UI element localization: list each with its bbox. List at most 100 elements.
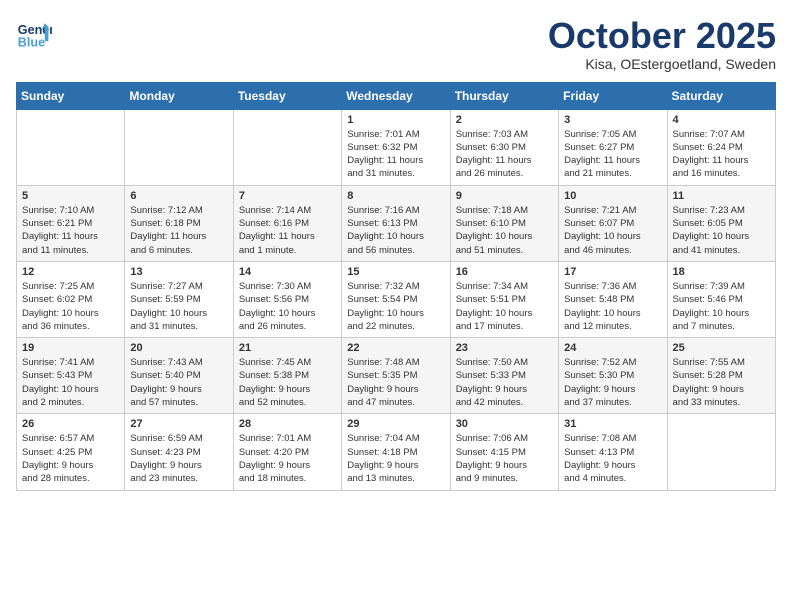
calendar-cell: 10Sunrise: 7:21 AM Sunset: 6:07 PM Dayli… <box>559 185 667 261</box>
day-number: 7 <box>239 190 336 202</box>
day-number: 24 <box>564 342 661 354</box>
day-number: 5 <box>22 190 119 202</box>
day-info: Sunrise: 7:21 AM Sunset: 6:07 PM Dayligh… <box>564 204 661 257</box>
weekday-header-monday: Monday <box>125 82 233 109</box>
day-info: Sunrise: 7:43 AM Sunset: 5:40 PM Dayligh… <box>130 356 227 409</box>
calendar-cell: 12 Sunrise: 7:25 AM Sunset: 6:02 PM Dayli… <box>17 261 125 337</box>
day-info: Sunrise: 7:12 AM Sunset: 6:18 PM Dayligh… <box>130 204 227 257</box>
day-number: 3 <box>564 114 661 126</box>
day-number: 27 <box>130 418 227 430</box>
weekday-header-sunday: Sunday <box>17 82 125 109</box>
day-number: 30 <box>456 418 553 430</box>
day-info: Sunrise: 7:08 AM Sunset: 4:13 PM Dayligh… <box>564 432 661 485</box>
day-number: 11 <box>673 190 770 202</box>
day-info: Sunrise: 6:59 AM Sunset: 4:23 PM Dayligh… <box>130 432 227 485</box>
svg-text:Blue: Blue <box>18 36 45 50</box>
calendar-week-row: 1 Sunrise: 7:01 AM Sunset: 6:32 PM Daylig… <box>17 109 776 185</box>
day-number: 12 <box>22 266 119 278</box>
day-number: 22 <box>347 342 444 354</box>
day-info: Sunrise: 7:04 AM Sunset: 4:18 PM Dayligh… <box>347 432 444 485</box>
weekday-header-thursday: Thursday <box>450 82 558 109</box>
calendar-cell: 25 Sunrise: 7:55 AM Sunset: 5:28 PM Dayli… <box>667 338 775 414</box>
day-info: Sunrise: 7:48 AM Sunset: 5:35 PM Dayligh… <box>347 356 444 409</box>
day-number: 23 <box>456 342 553 354</box>
calendar-cell: 20 Sunrise: 7:43 AM Sunset: 5:40 PM Dayli… <box>125 338 233 414</box>
day-number: 14 <box>239 266 336 278</box>
day-number: 16 <box>456 266 553 278</box>
calendar-cell: 5Sunrise: 7:10 AM Sunset: 6:21 PM Daylig… <box>17 185 125 261</box>
calendar-cell: 22 Sunrise: 7:48 AM Sunset: 5:35 PM Dayli… <box>342 338 450 414</box>
day-number: 15 <box>347 266 444 278</box>
calendar-cell: 11 Sunrise: 7:23 AM Sunset: 6:05 PM Dayli… <box>667 185 775 261</box>
calendar-cell: 17 Sunrise: 7:36 AM Sunset: 5:48 PM Dayli… <box>559 261 667 337</box>
day-info: Sunrise: 7:34 AM Sunset: 5:51 PM Dayligh… <box>456 280 553 333</box>
day-number: 9 <box>456 190 553 202</box>
day-info: Sunrise: 7:23 AM Sunset: 6:05 PM Dayligh… <box>673 204 770 257</box>
month-title: October 2025 <box>548 16 776 56</box>
calendar-cell <box>667 414 775 490</box>
day-number: 25 <box>673 342 770 354</box>
calendar-cell: 4Sunrise: 7:07 AM Sunset: 6:24 PM Daylig… <box>667 109 775 185</box>
calendar-cell: 8 Sunrise: 7:16 AM Sunset: 6:13 PM Daylig… <box>342 185 450 261</box>
calendar-cell: 6 Sunrise: 7:12 AM Sunset: 6:18 PM Daylig… <box>125 185 233 261</box>
calendar-week-row: 26Sunrise: 6:57 AM Sunset: 4:25 PM Dayli… <box>17 414 776 490</box>
calendar-cell: 30 Sunrise: 7:06 AM Sunset: 4:15 PM Dayli… <box>450 414 558 490</box>
day-info: Sunrise: 7:18 AM Sunset: 6:10 PM Dayligh… <box>456 204 553 257</box>
weekday-header-row: SundayMondayTuesdayWednesdayThursdayFrid… <box>17 82 776 109</box>
day-number: 20 <box>130 342 227 354</box>
day-info: Sunrise: 7:52 AM Sunset: 5:30 PM Dayligh… <box>564 356 661 409</box>
calendar-week-row: 12 Sunrise: 7:25 AM Sunset: 6:02 PM Dayli… <box>17 261 776 337</box>
day-info: Sunrise: 7:16 AM Sunset: 6:13 PM Dayligh… <box>347 204 444 257</box>
title-block: October 2025 Kisa, OEstergoetland, Swede… <box>548 16 776 72</box>
calendar-cell: 23 Sunrise: 7:50 AM Sunset: 5:33 PM Dayli… <box>450 338 558 414</box>
day-number: 26 <box>22 418 119 430</box>
day-number: 2 <box>456 114 553 126</box>
day-info: Sunrise: 7:01 AM Sunset: 6:32 PM Dayligh… <box>347 128 444 181</box>
calendar-cell: 7Sunrise: 7:14 AM Sunset: 6:16 PM Daylig… <box>233 185 341 261</box>
calendar-cell: 29 Sunrise: 7:04 AM Sunset: 4:18 PM Dayli… <box>342 414 450 490</box>
calendar-cell: 26Sunrise: 6:57 AM Sunset: 4:25 PM Dayli… <box>17 414 125 490</box>
page-header: General Blue October 2025 Kisa, OEstergo… <box>16 16 776 72</box>
day-info: Sunrise: 7:50 AM Sunset: 5:33 PM Dayligh… <box>456 356 553 409</box>
day-number: 31 <box>564 418 661 430</box>
logo-icon: General Blue <box>16 16 52 52</box>
calendar-cell: 18 Sunrise: 7:39 AM Sunset: 5:46 PM Dayli… <box>667 261 775 337</box>
calendar-cell: 24 Sunrise: 7:52 AM Sunset: 5:30 PM Dayli… <box>559 338 667 414</box>
calendar-cell: 1 Sunrise: 7:01 AM Sunset: 6:32 PM Daylig… <box>342 109 450 185</box>
day-info: Sunrise: 7:36 AM Sunset: 5:48 PM Dayligh… <box>564 280 661 333</box>
day-info: Sunrise: 7:06 AM Sunset: 4:15 PM Dayligh… <box>456 432 553 485</box>
day-info: Sunrise: 7:25 AM Sunset: 6:02 PM Dayligh… <box>22 280 119 333</box>
day-info: Sunrise: 7:55 AM Sunset: 5:28 PM Dayligh… <box>673 356 770 409</box>
calendar-cell: 31 Sunrise: 7:08 AM Sunset: 4:13 PM Dayli… <box>559 414 667 490</box>
location-subtitle: Kisa, OEstergoetland, Sweden <box>548 56 776 72</box>
day-number: 19 <box>22 342 119 354</box>
day-number: 1 <box>347 114 444 126</box>
day-number: 17 <box>564 266 661 278</box>
calendar-cell <box>125 109 233 185</box>
weekday-header-friday: Friday <box>559 82 667 109</box>
calendar-cell: 27 Sunrise: 6:59 AM Sunset: 4:23 PM Dayli… <box>125 414 233 490</box>
calendar-cell: 9 Sunrise: 7:18 AM Sunset: 6:10 PM Daylig… <box>450 185 558 261</box>
calendar-cell: 13Sunrise: 7:27 AM Sunset: 5:59 PM Dayli… <box>125 261 233 337</box>
day-info: Sunrise: 7:05 AM Sunset: 6:27 PM Dayligh… <box>564 128 661 181</box>
day-number: 29 <box>347 418 444 430</box>
day-info: Sunrise: 7:32 AM Sunset: 5:54 PM Dayligh… <box>347 280 444 333</box>
logo: General Blue <box>16 16 52 52</box>
day-number: 8 <box>347 190 444 202</box>
calendar-cell: 3 Sunrise: 7:05 AM Sunset: 6:27 PM Daylig… <box>559 109 667 185</box>
calendar-cell: 21Sunrise: 7:45 AM Sunset: 5:38 PM Dayli… <box>233 338 341 414</box>
day-info: Sunrise: 7:30 AM Sunset: 5:56 PM Dayligh… <box>239 280 336 333</box>
day-info: Sunrise: 7:07 AM Sunset: 6:24 PM Dayligh… <box>673 128 770 181</box>
day-number: 18 <box>673 266 770 278</box>
weekday-header-wednesday: Wednesday <box>342 82 450 109</box>
day-info: Sunrise: 7:01 AM Sunset: 4:20 PM Dayligh… <box>239 432 336 485</box>
calendar-cell: 19Sunrise: 7:41 AM Sunset: 5:43 PM Dayli… <box>17 338 125 414</box>
calendar-cell: 15 Sunrise: 7:32 AM Sunset: 5:54 PM Dayli… <box>342 261 450 337</box>
calendar-cell: 28Sunrise: 7:01 AM Sunset: 4:20 PM Dayli… <box>233 414 341 490</box>
calendar-cell: 14 Sunrise: 7:30 AM Sunset: 5:56 PM Dayli… <box>233 261 341 337</box>
day-info: Sunrise: 7:39 AM Sunset: 5:46 PM Dayligh… <box>673 280 770 333</box>
calendar-cell <box>17 109 125 185</box>
day-number: 6 <box>130 190 227 202</box>
weekday-header-saturday: Saturday <box>667 82 775 109</box>
calendar-cell: 16 Sunrise: 7:34 AM Sunset: 5:51 PM Dayli… <box>450 261 558 337</box>
